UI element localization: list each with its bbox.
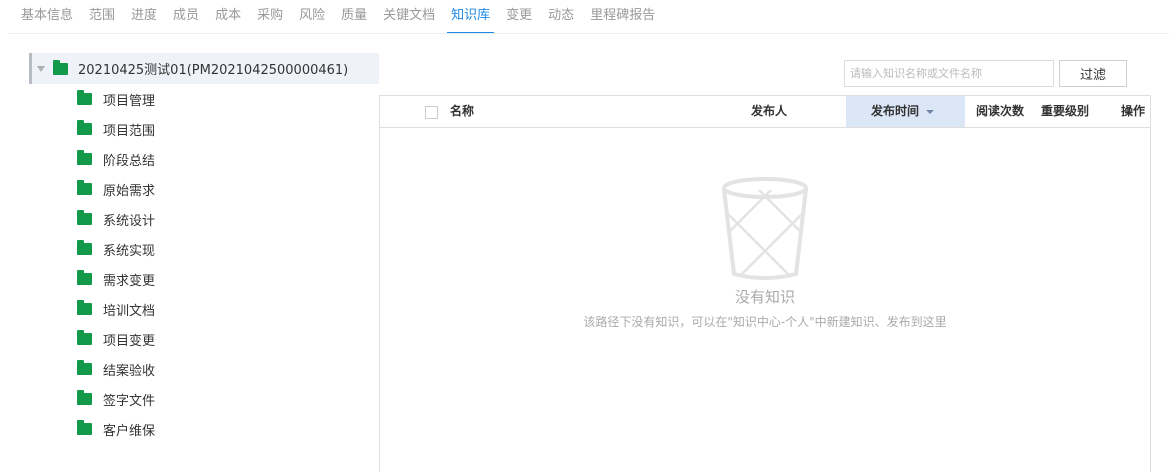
tree-item-project-scope[interactable]: 项目范围 (29, 114, 379, 144)
tree-item-label: 结案验收 (103, 363, 156, 379)
tree-item-project-management[interactable]: 项目管理 (29, 84, 379, 114)
knowledge-folder-tree: 20210425测试01(PM2021042500000461) 项目管理 项目… (29, 53, 379, 444)
column-header-publish-time-label: 发布时间 (871, 104, 920, 118)
tree-item-system-implementation[interactable]: 系统实现 (29, 234, 379, 264)
tab-basic-info[interactable]: 基本信息 (21, 6, 73, 34)
tree-item-label: 项目变更 (103, 333, 156, 349)
tab-change[interactable]: 变更 (506, 6, 532, 34)
sort-descending-icon (926, 109, 935, 114)
folder-icon (77, 390, 92, 405)
folder-icon (77, 210, 92, 225)
tree-item-label: 系统实现 (103, 243, 156, 259)
tree-item-label: 项目管理 (103, 93, 156, 109)
column-header-publish-time[interactable]: 发布时间 (846, 96, 965, 127)
empty-state-description: 该路径下没有知识，可以在"知识中心-个人"中新建知识、发布到这里 (583, 315, 947, 329)
tree-item-label: 签字文件 (103, 393, 156, 409)
tree-root-label: 20210425测试01(PM2021042500000461) (78, 63, 349, 78)
tab-members[interactable]: 成员 (173, 6, 199, 34)
folder-icon (77, 240, 92, 255)
knowledge-table: 名称 发布人 发布时间 阅读次数 重要级别 操作 (379, 95, 1151, 472)
column-header-publisher[interactable]: 发布人 (751, 96, 787, 127)
folder-icon (77, 330, 92, 345)
folder-icon (77, 420, 92, 435)
tab-scope[interactable]: 范围 (89, 6, 115, 34)
tab-activity[interactable]: 动态 (548, 6, 574, 34)
filter-button[interactable]: 过滤 (1059, 60, 1127, 87)
tab-knowledge-base[interactable]: 知识库 (447, 6, 495, 34)
tree-item-closure-acceptance[interactable]: 结案验收 (29, 354, 379, 384)
folder-icon (53, 59, 68, 75)
tree-item-label: 系统设计 (103, 213, 156, 229)
tab-procurement[interactable]: 采购 (257, 6, 283, 34)
column-header-name[interactable]: 名称 (450, 96, 474, 127)
tree-item-label: 阶段总结 (103, 153, 156, 169)
tree-item-signed-files[interactable]: 签字文件 (29, 384, 379, 414)
tab-quality[interactable]: 质量 (341, 6, 367, 34)
caret-down-icon[interactable] (37, 65, 45, 72)
tab-cost[interactable]: 成本 (215, 6, 241, 34)
tab-milestone-report[interactable]: 里程碑报告 (590, 6, 655, 34)
tab-schedule[interactable]: 进度 (131, 6, 157, 34)
tree-item-customer-maintenance[interactable]: 客户维保 (29, 414, 379, 444)
knowledge-search-input[interactable] (844, 60, 1054, 87)
tab-key-documents[interactable]: 关键文档 (383, 6, 435, 34)
select-all-checkbox[interactable] (425, 106, 438, 119)
folder-icon (77, 270, 92, 285)
top-tab-bar: 基本信息 范围 进度 成员 成本 采购 风险 质量 关键文档 知识库 变更 动态… (0, 0, 1169, 34)
trash-bin-icon (722, 177, 808, 280)
tab-divider (8, 33, 1169, 34)
folder-icon (77, 180, 92, 195)
tree-item-label: 项目范围 (103, 123, 156, 139)
tree-item-original-requirements[interactable]: 原始需求 (29, 174, 379, 204)
tree-item-label: 客户维保 (103, 423, 156, 439)
folder-icon (77, 120, 92, 135)
column-header-importance[interactable]: 重要级别 (1041, 96, 1089, 127)
table-header: 名称 发布人 发布时间 阅读次数 重要级别 操作 (380, 96, 1150, 128)
column-header-read-count[interactable]: 阅读次数 (976, 96, 1024, 127)
column-header-actions: 操作 (1121, 104, 1146, 118)
tree-root-node[interactable]: 20210425测试01(PM2021042500000461) (29, 53, 379, 84)
tree-item-system-design[interactable]: 系统设计 (29, 204, 379, 234)
tab-risk[interactable]: 风险 (299, 6, 325, 34)
empty-state-title: 没有知识 (734, 288, 795, 306)
tree-item-label: 原始需求 (103, 183, 156, 199)
folder-icon (77, 360, 92, 375)
folder-icon (77, 90, 92, 105)
tree-item-phase-summary[interactable]: 阶段总结 (29, 144, 379, 174)
folder-icon (77, 150, 92, 165)
